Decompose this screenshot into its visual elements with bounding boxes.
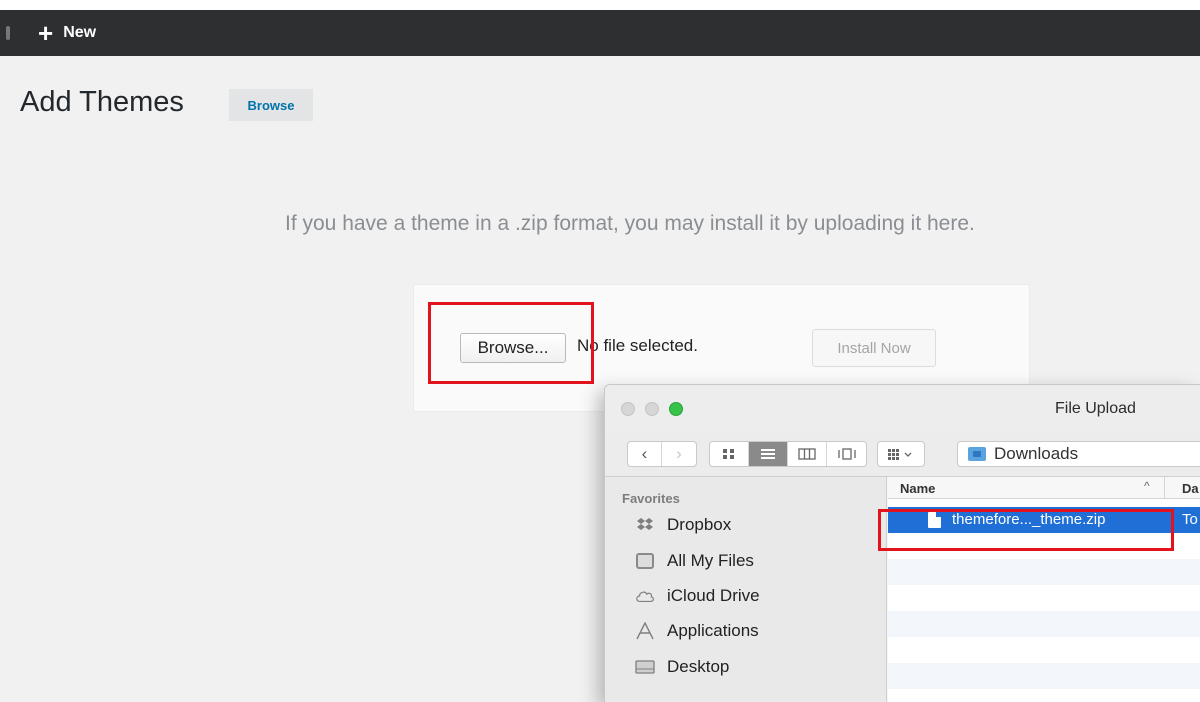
dialog-titlebar: File Upload — [605, 385, 1200, 433]
icon-view-icon[interactable] — [710, 442, 749, 466]
browse-themes-button[interactable]: Browse — [229, 89, 313, 121]
new-label: New — [63, 24, 97, 41]
top-strip — [0, 0, 1200, 10]
table-row — [888, 559, 1200, 585]
sidebar-item-label: Desktop — [667, 657, 730, 676]
sidebar-item-all-my-files[interactable]: All My Files — [635, 547, 754, 575]
table-row — [888, 585, 1200, 611]
sidebar-item-applications[interactable]: Applications — [635, 617, 759, 645]
file-name: themefore..._theme.zip — [952, 511, 1106, 528]
arrange-grid-icon[interactable] — [878, 442, 924, 466]
new-content-menu[interactable]: + New — [38, 20, 96, 46]
admin-bar-edge — [6, 26, 10, 40]
sort-ascending-icon: ^ — [1144, 479, 1150, 493]
favorites-sidebar: Favorites Dropbox All My Files iCloud Dr… — [605, 477, 887, 702]
upload-description: If you have a theme in a .zip format, yo… — [285, 212, 975, 235]
dropbox-icon — [635, 515, 655, 535]
desktop-icon — [635, 657, 655, 677]
close-window-button[interactable] — [621, 402, 635, 416]
table-row — [888, 637, 1200, 663]
sidebar-item-icloud-drive[interactable]: iCloud Drive — [635, 582, 760, 610]
minimize-window-button[interactable] — [645, 402, 659, 416]
back-button[interactable]: ‹ — [628, 442, 662, 466]
dialog-title: File Upload — [1055, 400, 1136, 417]
page-title: Add Themes — [20, 86, 184, 118]
sidebar-item-dropbox[interactable]: Dropbox — [635, 511, 731, 539]
date-column-header[interactable]: Da — [1182, 481, 1199, 496]
dialog-toolbar: ‹ › Downloads — [605, 433, 1200, 477]
all-files-icon — [635, 551, 655, 571]
location-dropdown[interactable]: Downloads — [957, 441, 1200, 467]
file-upload-dialog: File Upload ‹ › Downloads Favorites Drop… — [604, 384, 1200, 702]
table-row — [888, 663, 1200, 689]
sidebar-item-label: Dropbox — [667, 515, 732, 534]
admin-bar: + New — [0, 10, 1200, 56]
browse-file-button[interactable]: Browse... — [460, 333, 566, 363]
table-row — [888, 611, 1200, 637]
location-label: Downloads — [994, 444, 1079, 463]
column-header: Name ^ Da — [888, 477, 1200, 499]
downloads-folder-icon — [968, 447, 986, 461]
file-date: To — [1182, 511, 1198, 528]
cover-flow-icon[interactable] — [827, 442, 866, 466]
name-column-header[interactable]: Name — [900, 481, 935, 496]
plus-icon: + — [38, 18, 54, 48]
forward-button[interactable]: › — [662, 442, 696, 466]
file-list: Name ^ Da themefore..._theme.zip To — [888, 477, 1200, 702]
nav-buttons: ‹ › — [627, 441, 697, 467]
table-row — [888, 533, 1200, 559]
sidebar-item-label: Applications — [667, 621, 759, 640]
maximize-window-button[interactable] — [669, 402, 683, 416]
cloud-icon — [635, 586, 655, 606]
file-row-selected[interactable]: themefore..._theme.zip To — [888, 507, 1200, 533]
applications-icon — [635, 621, 655, 641]
arrange-menu — [877, 441, 925, 467]
sidebar-item-label: iCloud Drive — [667, 586, 760, 605]
favorites-heading: Favorites — [622, 491, 680, 506]
list-view-icon[interactable] — [749, 442, 788, 466]
sidebar-item-label: All My Files — [667, 551, 754, 570]
sidebar-item-desktop[interactable]: Desktop — [635, 653, 729, 681]
file-status-text: No file selected. — [577, 336, 698, 355]
column-view-icon[interactable] — [788, 442, 827, 466]
install-now-button[interactable]: Install Now — [812, 329, 936, 367]
zip-file-icon — [928, 512, 941, 528]
view-mode-buttons — [709, 441, 867, 467]
column-divider — [1164, 477, 1165, 499]
